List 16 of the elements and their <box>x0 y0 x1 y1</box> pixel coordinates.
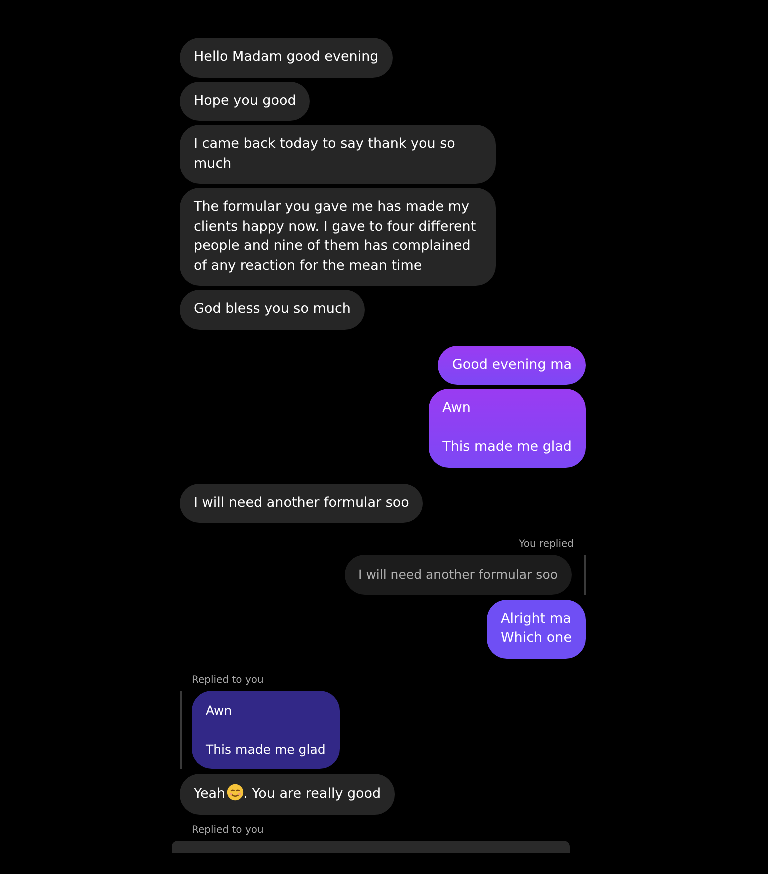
smiling-face-icon <box>226 784 244 801</box>
quoted-message: I will need another formular soo <box>344 555 572 594</box>
reply-label: You replied <box>519 539 575 550</box>
message-bubble: Alright ma Which one <box>486 600 586 658</box>
message-bubble: Hello Madam good evening <box>180 38 393 78</box>
message-bubble: Good evening ma <box>438 346 586 385</box>
message-bubble: Hope you good <box>180 82 310 121</box>
message-bubble: Yeah . You are really good <box>180 774 396 814</box>
message-bubble: The formular you gave me has made my clients happy now. I gave to four different people and nine of them has complained of any reaction for the mean time <box>180 188 496 286</box>
message-bubble: Awn This made me glad <box>428 389 586 468</box>
quoted-message: Awn This made me glad <box>192 690 340 769</box>
reply-label: Replied to you <box>191 824 264 836</box>
message-bubble: I will need another formular soo <box>180 484 424 523</box>
message-bubble: I came back today to say thank you so much <box>180 125 496 184</box>
message-bubble: God bless you so much <box>180 290 365 330</box>
reply-label: Replied to you <box>191 674 264 686</box>
